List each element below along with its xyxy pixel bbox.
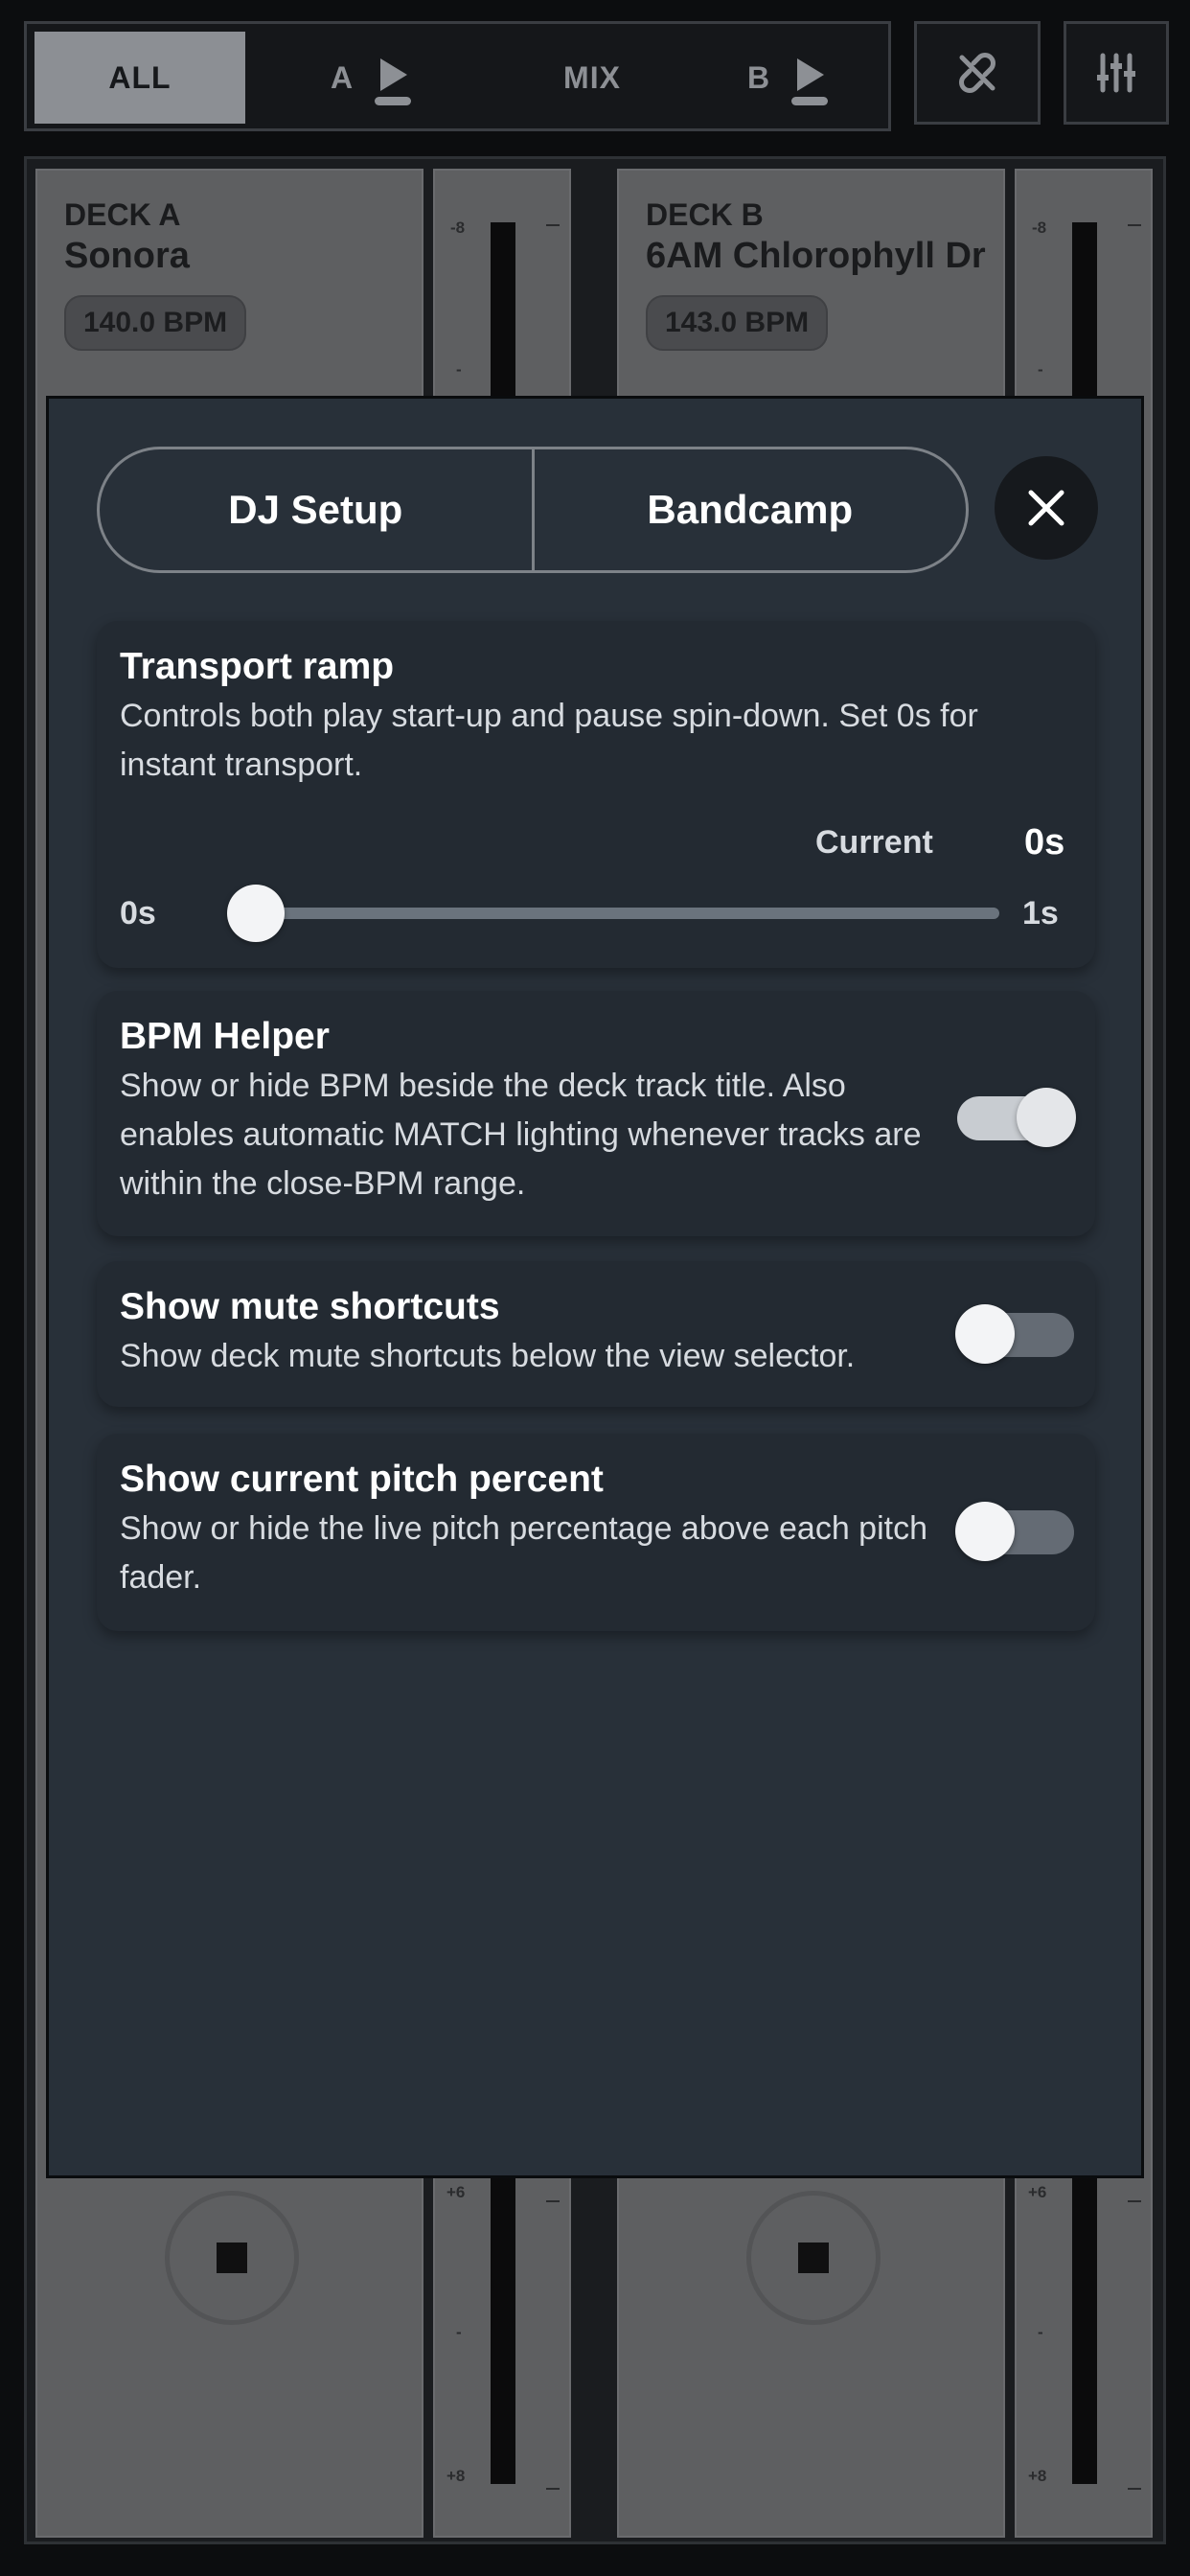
bpm-helper-description: Show or hide BPM beside the deck track t… — [120, 1068, 922, 1202]
pitch-percent-description: Show or hide the live pitch percentage a… — [120, 1510, 927, 1596]
view-tab-mix[interactable]: MIX — [525, 32, 659, 124]
play-icon — [375, 49, 413, 106]
pitch-tick-label: -8 — [1032, 218, 1047, 237]
close-icon — [1028, 490, 1064, 526]
tab-dj-setup[interactable]: DJ Setup — [100, 449, 532, 570]
deck-b-stop-button[interactable] — [746, 2191, 881, 2325]
deck-a-track-title: Sonora — [64, 236, 190, 276]
stop-icon — [798, 2242, 829, 2273]
view-tab-deck-b[interactable]: B — [721, 32, 856, 124]
tab-bandcamp[interactable]: Bandcamp — [531, 449, 967, 570]
stop-icon — [217, 2242, 247, 2273]
transport-ramp-slider[interactable] — [250, 908, 999, 919]
pitch-percent-title: Show current pitch percent — [120, 1459, 604, 1500]
pitch-tick-label: - — [1038, 2323, 1043, 2341]
play-icon — [791, 49, 830, 106]
pitch-percent-card: Show current pitch percent Show or hide … — [97, 1434, 1095, 1631]
deck-a-stop-button[interactable] — [165, 2191, 299, 2325]
close-button[interactable] — [995, 456, 1098, 560]
bpm-helper-card: BPM Helper Show or hide BPM beside the d… — [97, 991, 1095, 1236]
deck-a-label: DECK A — [64, 197, 181, 232]
pitch-tick-label: - — [1038, 360, 1043, 379]
pitch-tick-label: -8 — [450, 218, 466, 237]
view-selector: ALL A MIX B — [24, 21, 891, 131]
slider-min-label: 0s — [120, 895, 156, 932]
deck-b-label: DECK B — [646, 197, 764, 232]
pitch-tick-label: +8 — [1028, 2467, 1047, 2485]
transport-ramp-card: Transport ramp Controls both play start-… — [97, 621, 1095, 968]
current-value: 0s — [1024, 822, 1065, 862]
settings-modal: DJ Setup Bandcamp Transport ramp Control… — [46, 396, 1144, 2178]
deck-b-track-title: 6AM Chlorophyll Dr — [646, 236, 986, 276]
mute-shortcuts-card: Show mute shortcuts Show deck mute short… — [97, 1261, 1095, 1407]
transport-ramp-title: Transport ramp — [120, 646, 395, 687]
current-label: Current — [815, 824, 933, 861]
view-tab-all[interactable]: ALL — [34, 32, 245, 124]
pitch-tick-label: +6 — [446, 2183, 466, 2201]
settings-tabs: DJ Setup Bandcamp — [97, 447, 969, 573]
mute-shortcuts-title: Show mute shortcuts — [120, 1286, 500, 1327]
view-tab-deck-a[interactable]: A — [305, 32, 439, 124]
transport-ramp-description: Controls both play start-up and pause sp… — [120, 698, 978, 783]
bpm-helper-toggle[interactable] — [957, 1088, 1076, 1147]
unlink-icon — [959, 53, 995, 93]
pitch-tick-label: - — [456, 2323, 462, 2341]
sync-link-button[interactable] — [914, 21, 1041, 125]
slider-max-label: 1s — [1022, 895, 1059, 932]
pitch-tick-label: +8 — [446, 2467, 466, 2485]
mute-shortcuts-description: Show deck mute shortcuts below the view … — [120, 1338, 856, 1374]
mixer-settings-button[interactable] — [1064, 21, 1169, 125]
sliders-icon — [1097, 53, 1135, 93]
pitch-tick-label: +6 — [1028, 2183, 1047, 2201]
bpm-helper-title: BPM Helper — [120, 1016, 330, 1057]
transport-ramp-slider-thumb[interactable] — [227, 885, 285, 942]
deck-a-bpm-badge: 140.0 BPM — [64, 295, 247, 351]
deck-b-bpm-badge: 143.0 BPM — [646, 295, 829, 351]
mute-shortcuts-toggle[interactable] — [955, 1304, 1074, 1364]
pitch-tick-label: - — [456, 360, 462, 379]
pitch-percent-toggle[interactable] — [955, 1502, 1074, 1561]
